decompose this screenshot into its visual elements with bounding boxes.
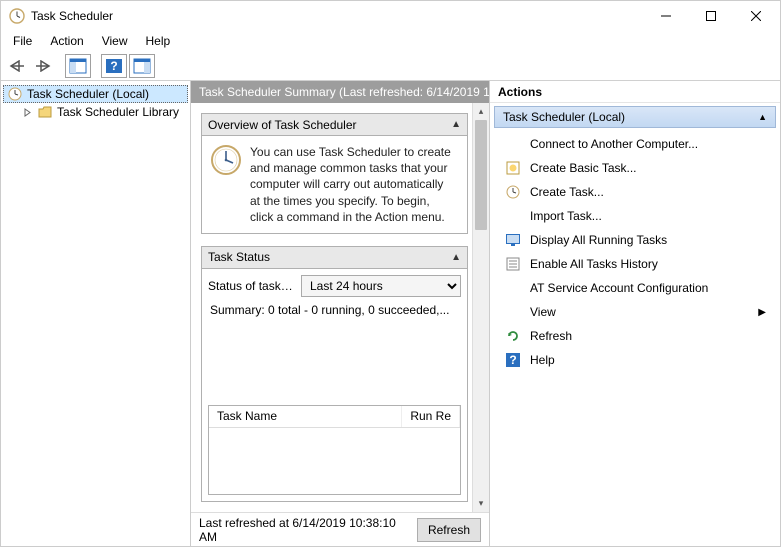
submenu-arrow-icon: ▶ [758,307,766,318]
overview-title: Overview of Task Scheduler [208,118,445,132]
overview-group: Overview of Task Scheduler ▲ You can use… [201,113,468,234]
status-summary: Summary: 0 total - 0 running, 0 succeede… [202,297,467,323]
expand-icon[interactable] [22,107,33,118]
column-run-result[interactable]: Run Re [402,406,460,427]
menubar: File Action View Help [1,31,780,51]
overview-text: You can use Task Scheduler to create and… [250,144,455,225]
forward-button[interactable] [31,54,55,78]
close-button[interactable] [733,2,778,30]
help-icon: ? [504,351,522,369]
maximize-button[interactable] [688,2,733,30]
tree-root[interactable]: Task Scheduler (Local) [3,85,188,103]
clock-large-icon [210,144,242,176]
actions-context-label: Task Scheduler (Local) [503,110,625,124]
action-refresh[interactable]: Refresh [494,324,776,348]
summary-header: Task Scheduler Summary (Last refreshed: … [191,81,489,103]
help-button[interactable]: ? [101,54,127,78]
menu-file[interactable]: File [5,32,40,50]
tree-library[interactable]: Task Scheduler Library [19,103,188,121]
task-list: Task Name Run Re [208,405,461,495]
tree-root-label: Task Scheduler (Local) [27,87,149,101]
action-help[interactable]: ? Help [494,348,776,372]
column-task-name[interactable]: Task Name [209,406,402,427]
actions-pane: Actions Task Scheduler (Local) ▲ Connect… [490,81,780,546]
action-enable-all-tasks-history[interactable]: Enable All Tasks History [494,252,776,276]
action-create-task[interactable]: Create Task... [494,180,776,204]
collapse-icon: ▲ [758,112,767,122]
scroll-thumb[interactable] [475,120,487,230]
svg-text:?: ? [509,353,516,367]
wizard-icon [504,159,522,177]
center-scrollbar[interactable]: ▴ ▾ [472,103,489,512]
history-icon [504,255,522,273]
action-import-task[interactable]: Import Task... [494,204,776,228]
task-icon [504,183,522,201]
window-title: Task Scheduler [31,9,643,23]
action-display-all-running-tasks[interactable]: Display All Running Tasks [494,228,776,252]
action-at-service-account-configuration[interactable]: AT Service Account Configuration [494,276,776,300]
menu-action[interactable]: Action [42,32,91,50]
app-icon [9,8,25,24]
overview-header[interactable]: Overview of Task Scheduler ▲ [202,114,467,136]
status-period-select[interactable]: Last 24 hours [301,275,461,297]
folder-icon [37,104,53,120]
tree-pane: Task Scheduler (Local) Task Scheduler Li… [1,81,191,546]
show-hide-action-pane-button[interactable] [129,54,155,78]
actions-title: Actions [490,81,780,103]
tree-library-label: Task Scheduler Library [57,105,179,119]
center-pane: Task Scheduler Summary (Last refreshed: … [191,81,490,546]
display-icon [504,231,522,249]
refresh-button[interactable]: Refresh [417,518,481,542]
actions-context-header[interactable]: Task Scheduler (Local) ▲ [494,106,776,128]
action-view[interactable]: View ▶ [494,300,776,324]
scroll-up-icon[interactable]: ▴ [473,103,489,120]
toolbar: ? [1,51,780,81]
task-status-title: Task Status [208,250,445,264]
svg-text:?: ? [110,59,117,73]
menu-help[interactable]: Help [138,32,179,50]
blank-icon [504,207,522,225]
task-status-header[interactable]: Task Status ▲ [202,247,467,269]
blank-icon [504,303,522,321]
task-status-group: Task Status ▲ Status of tasks ... Last 2… [201,246,468,502]
titlebar: Task Scheduler [1,1,780,31]
body-area: Task Scheduler (Local) Task Scheduler Li… [1,81,780,546]
last-refreshed-text: Last refreshed at 6/14/2019 10:38:10 AM [199,516,409,544]
menu-view[interactable]: View [94,32,136,50]
blank-icon [504,135,522,153]
action-connect-to-another-computer[interactable]: Connect to Another Computer... [494,132,776,156]
show-hide-console-tree-button[interactable] [65,54,91,78]
minimize-button[interactable] [643,2,688,30]
scroll-down-icon[interactable]: ▾ [473,495,489,512]
blank-icon [504,279,522,297]
status-of-tasks-label: Status of tasks ... [208,279,295,293]
action-create-basic-task[interactable]: Create Basic Task... [494,156,776,180]
refresh-icon [504,327,522,345]
clock-icon [7,86,23,102]
collapse-icon[interactable]: ▲ [451,119,461,130]
back-button[interactable] [5,54,29,78]
footer: Last refreshed at 6/14/2019 10:38:10 AM … [191,512,489,546]
collapse-icon[interactable]: ▲ [451,252,461,263]
